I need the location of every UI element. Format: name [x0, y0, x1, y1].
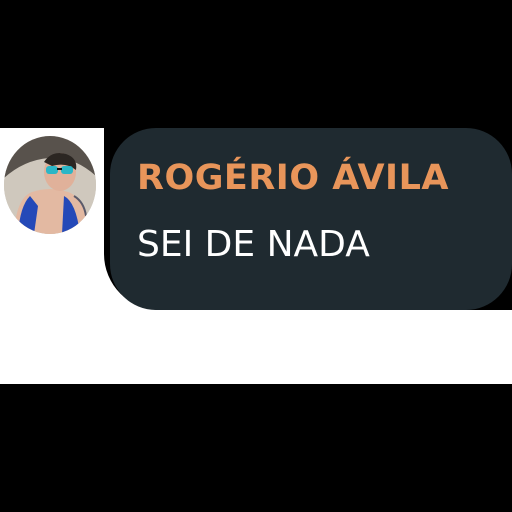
message-text: SEI DE NADA [137, 224, 370, 265]
message-bubble [110, 128, 512, 310]
sticker-canvas: ROGÉRIO ÁVILA SEI DE NADA [0, 0, 512, 512]
user-avatar-icon[interactable] [4, 136, 96, 234]
author-name[interactable]: ROGÉRIO ÁVILA [137, 158, 449, 198]
